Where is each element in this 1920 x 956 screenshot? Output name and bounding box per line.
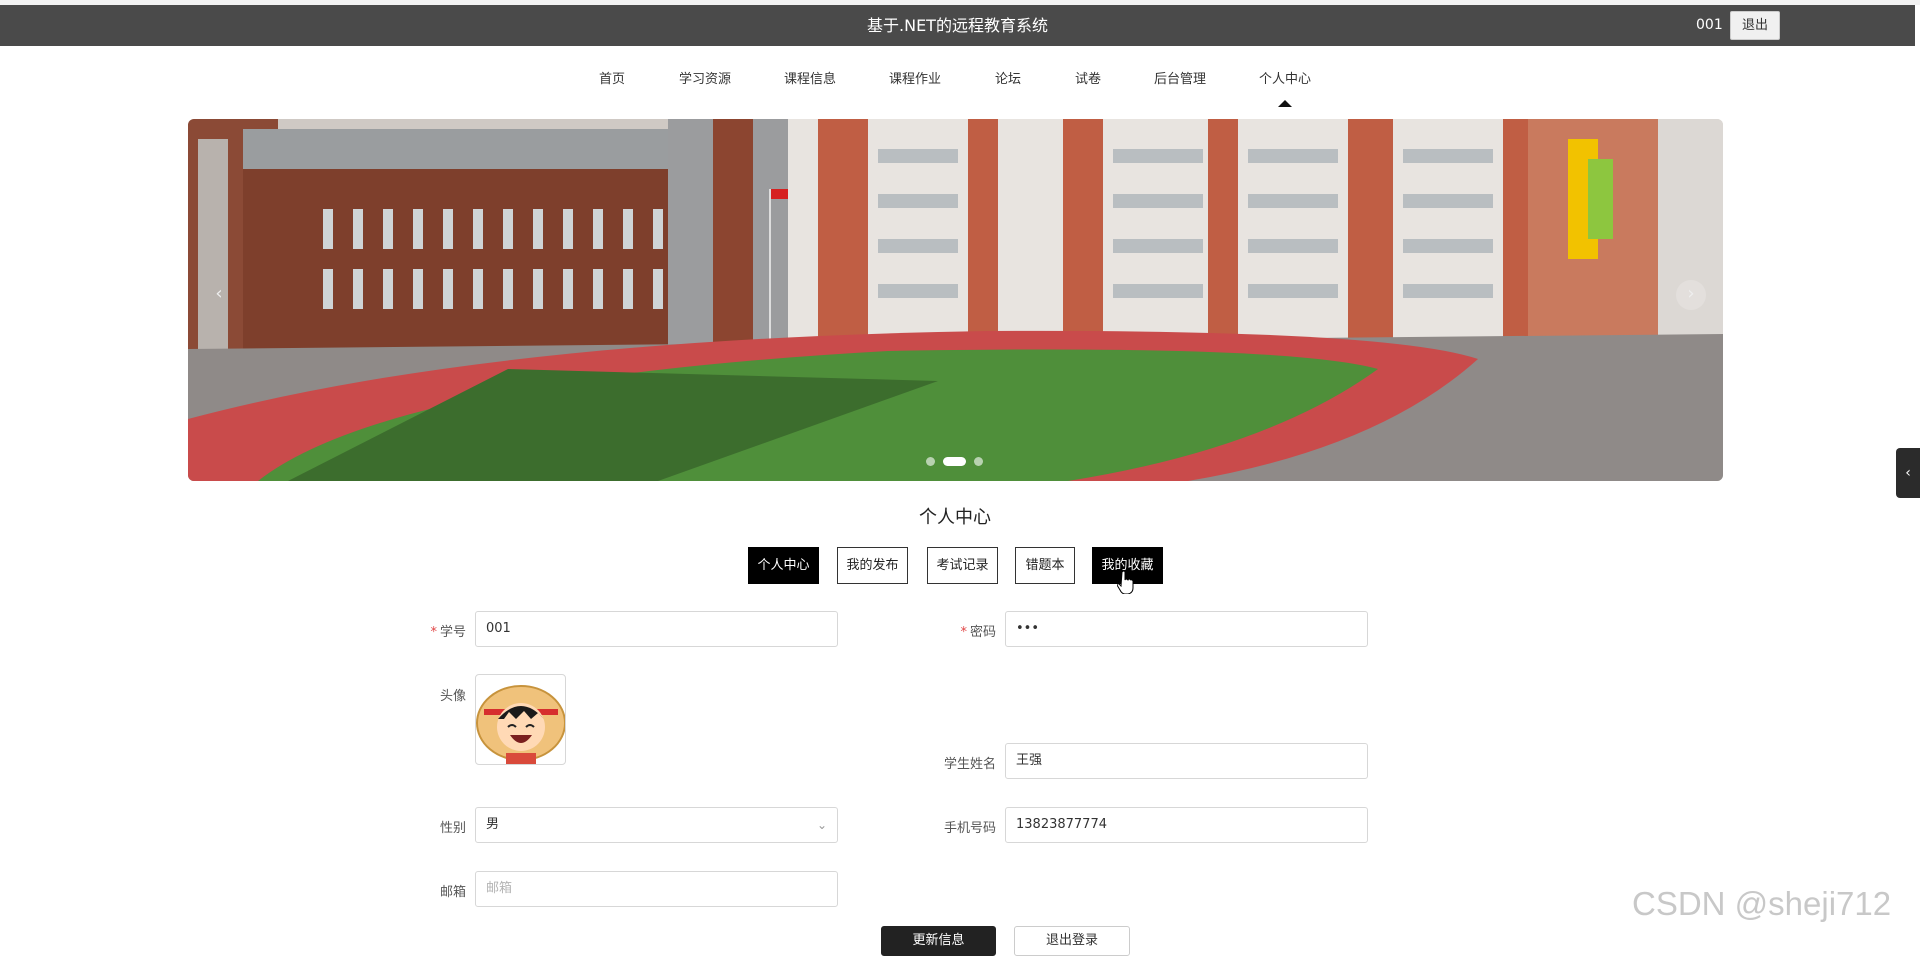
logout-account-button[interactable]: 退出登录: [1014, 926, 1130, 956]
banner-carousel[interactable]: [188, 119, 1723, 481]
required-marker: *: [430, 625, 437, 640]
nav-item-courses[interactable]: 课程信息: [784, 68, 836, 87]
avatar: [476, 685, 565, 764]
watermark: CSDN @sheji712: [1632, 885, 1892, 922]
carousel-prev-arrow-icon[interactable]: ‹: [204, 280, 234, 310]
avatar-upload[interactable]: [475, 674, 566, 765]
avatar-label: 头像: [439, 689, 466, 704]
email-input[interactable]: 邮箱: [475, 871, 838, 907]
phone-label: 手机号码: [943, 821, 996, 836]
phone-input[interactable]: 13823877774: [1005, 807, 1368, 843]
student-name-input[interactable]: 王强: [1005, 743, 1368, 779]
carousel-next-arrow-icon[interactable]: ›: [1676, 280, 1706, 310]
main-nav: 首页 学习资源 课程信息 课程作业 论坛 试卷 后台管理 个人中心: [0, 68, 1920, 98]
site-title: 基于.NET的远程教育系统: [867, 16, 1048, 35]
required-marker: *: [960, 625, 967, 640]
password-label: * 密码: [960, 625, 996, 640]
campus-image: [188, 119, 1723, 481]
gender-value: 男: [486, 817, 500, 832]
hand-cursor-icon: [1117, 570, 1134, 594]
nav-item-forum[interactable]: 论坛: [995, 68, 1021, 87]
current-user: 001: [1696, 17, 1723, 33]
top-bar: 基于.NET的远程教育系统 001 退出: [0, 5, 1915, 46]
nav-item-admin[interactable]: 后台管理: [1154, 68, 1206, 87]
carousel-dot-1[interactable]: [926, 457, 935, 466]
nav-item-resources[interactable]: 学习资源: [679, 68, 731, 87]
side-collapse-chevron-icon[interactable]: ‹: [1896, 448, 1920, 498]
student-id-label: * 学号: [430, 625, 466, 640]
student-id-input[interactable]: 001: [475, 611, 838, 647]
gender-select[interactable]: 男 ⌄: [475, 807, 838, 843]
nav-item-homework[interactable]: 课程作业: [889, 68, 941, 87]
email-label: 邮箱: [439, 885, 466, 900]
student-name-label: 学生姓名: [943, 757, 996, 772]
carousel-dot-3[interactable]: [974, 457, 983, 466]
nav-item-home[interactable]: 首页: [599, 68, 625, 87]
section-title: 个人中心: [919, 507, 991, 528]
nav-item-exams[interactable]: 试卷: [1075, 68, 1101, 87]
logout-button[interactable]: 退出: [1730, 11, 1780, 40]
chevron-down-icon: ⌄: [816, 818, 827, 832]
gender-label: 性别: [439, 821, 466, 836]
tab-profile[interactable]: 个人中心: [748, 547, 819, 584]
carousel-dot-2[interactable]: [943, 457, 966, 466]
nav-active-caret-icon: [1278, 100, 1292, 107]
nav-item-profile[interactable]: 个人中心: [1259, 68, 1311, 87]
tab-wrong-questions[interactable]: 错题本: [1015, 547, 1075, 584]
tab-my-posts[interactable]: 我的发布: [837, 547, 908, 584]
password-input[interactable]: •••: [1005, 611, 1368, 647]
update-info-button[interactable]: 更新信息: [881, 926, 996, 956]
tab-exam-records[interactable]: 考试记录: [927, 547, 998, 584]
